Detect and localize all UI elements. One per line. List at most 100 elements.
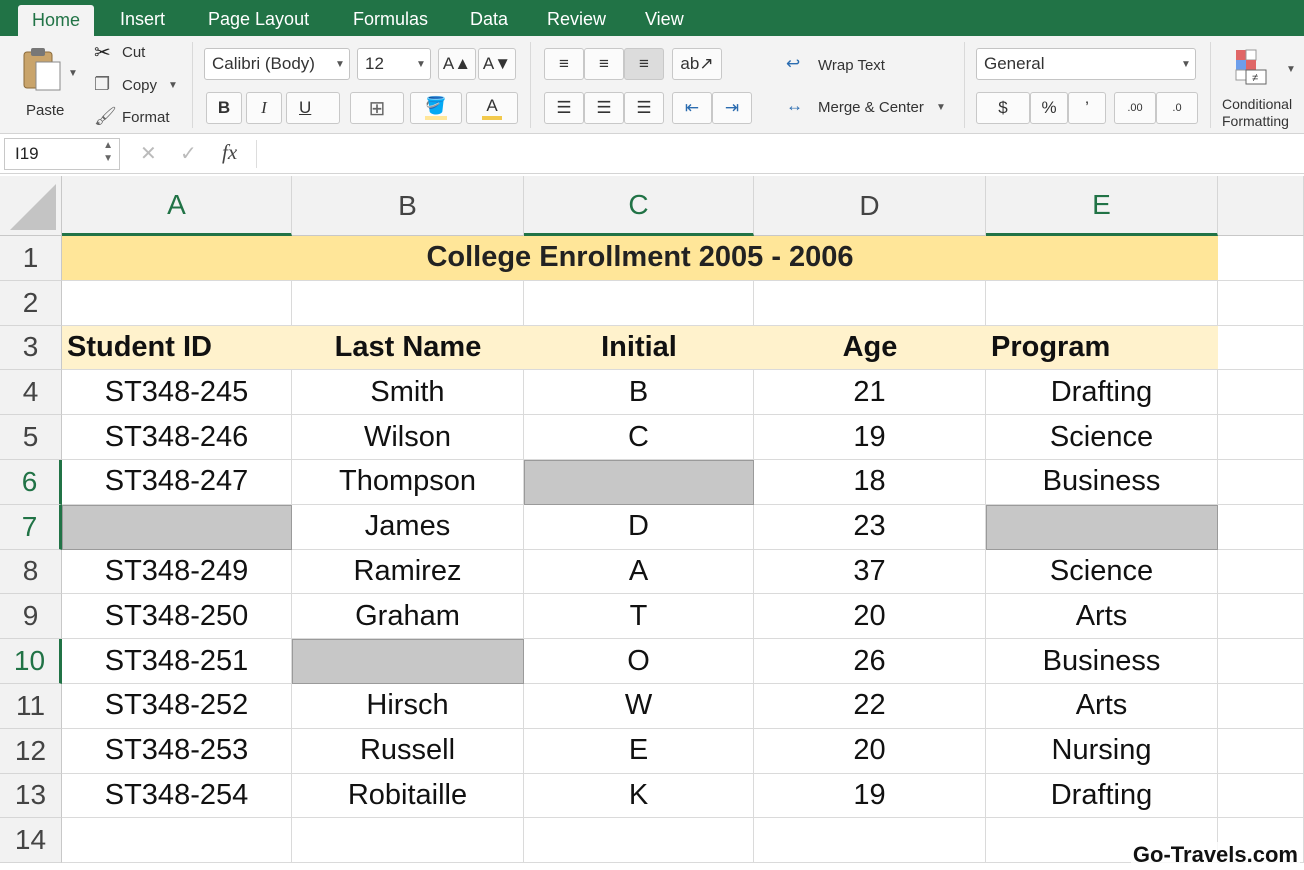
data-cell[interactable]: 19 bbox=[754, 773, 986, 819]
data-cell[interactable]: ST348-245 bbox=[62, 370, 292, 416]
empty-cell[interactable] bbox=[62, 504, 292, 550]
data-cell[interactable]: ST348-253 bbox=[62, 728, 292, 774]
header-cell[interactable]: Student ID bbox=[62, 325, 292, 371]
column-header-c[interactable]: C bbox=[524, 176, 754, 236]
number-format-select[interactable]: General ▼ bbox=[976, 48, 1196, 80]
cell[interactable] bbox=[1218, 460, 1304, 505]
percent-button[interactable]: % bbox=[1030, 92, 1068, 124]
comma-style-button[interactable]: ’ bbox=[1068, 92, 1106, 124]
data-cell[interactable]: 19 bbox=[754, 415, 986, 460]
cell[interactable] bbox=[754, 818, 986, 864]
cell[interactable] bbox=[1218, 728, 1304, 774]
data-cell[interactable]: 26 bbox=[754, 639, 986, 684]
cell[interactable] bbox=[1218, 549, 1304, 595]
cell[interactable] bbox=[292, 818, 524, 864]
cell[interactable] bbox=[292, 280, 524, 326]
wrap-text-button[interactable]: ↩ Wrap Text bbox=[786, 54, 916, 78]
cell[interactable] bbox=[754, 280, 986, 326]
italic-button[interactable]: I bbox=[246, 92, 282, 124]
cell[interactable] bbox=[1218, 684, 1304, 729]
data-cell[interactable]: Hirsch bbox=[292, 684, 524, 729]
chevron-down-icon[interactable]: ▼ bbox=[168, 80, 178, 91]
font-size-select[interactable]: 12 ▼ bbox=[357, 48, 431, 80]
format-painter-button[interactable]: 🖌 Format bbox=[94, 106, 184, 130]
data-cell[interactable]: B bbox=[524, 370, 754, 416]
data-cell[interactable]: 20 bbox=[754, 594, 986, 640]
data-cell[interactable]: ST348-246 bbox=[62, 415, 292, 460]
data-cell[interactable]: Business bbox=[986, 639, 1218, 684]
row-header-7[interactable]: 7 bbox=[0, 504, 62, 550]
align-top-button[interactable]: ≡ bbox=[544, 48, 584, 80]
data-cell[interactable]: E bbox=[524, 728, 754, 774]
cell[interactable] bbox=[986, 280, 1218, 326]
row-header-13[interactable]: 13 bbox=[0, 773, 62, 819]
cell[interactable] bbox=[1218, 236, 1304, 281]
cell[interactable] bbox=[1218, 325, 1304, 371]
data-cell[interactable]: 21 bbox=[754, 370, 986, 416]
cell[interactable] bbox=[1218, 504, 1304, 550]
data-cell[interactable]: 20 bbox=[754, 728, 986, 774]
data-cell[interactable]: 22 bbox=[754, 684, 986, 729]
data-cell[interactable]: C bbox=[524, 415, 754, 460]
tab-insert[interactable]: Insert bbox=[106, 0, 179, 36]
borders-button[interactable]: ⊞ bbox=[350, 92, 404, 124]
row-header-3[interactable]: 3 bbox=[0, 325, 62, 371]
data-cell[interactable]: ST348-247 bbox=[62, 460, 292, 505]
data-cell[interactable]: ST348-249 bbox=[62, 549, 292, 595]
cell[interactable] bbox=[1218, 415, 1304, 460]
column-header-e[interactable]: E bbox=[986, 176, 1218, 236]
font-name-select[interactable]: Calibri (Body) ▼ bbox=[204, 48, 350, 80]
bold-button[interactable]: B bbox=[206, 92, 242, 124]
align-bottom-button[interactable]: ≡ bbox=[624, 48, 664, 80]
select-all-corner[interactable] bbox=[0, 176, 62, 236]
cell[interactable] bbox=[1218, 773, 1304, 819]
tab-home[interactable]: Home bbox=[18, 5, 95, 36]
currency-button[interactable]: $ bbox=[976, 92, 1030, 124]
enter-icon[interactable]: ✓ bbox=[180, 141, 197, 166]
formula-input[interactable] bbox=[256, 140, 1296, 168]
column-header-f[interactable] bbox=[1218, 176, 1304, 236]
empty-cell[interactable] bbox=[986, 504, 1218, 550]
cell[interactable] bbox=[62, 280, 292, 326]
tab-page-layout[interactable]: Page Layout bbox=[194, 0, 323, 36]
data-cell[interactable]: Drafting bbox=[986, 370, 1218, 416]
row-header-4[interactable]: 4 bbox=[0, 370, 62, 416]
data-cell[interactable]: A bbox=[524, 549, 754, 595]
tab-data[interactable]: Data bbox=[456, 0, 522, 36]
row-header-10[interactable]: 10 bbox=[0, 639, 62, 684]
column-header-a[interactable]: A bbox=[62, 176, 292, 236]
align-middle-button[interactable]: ≡ bbox=[584, 48, 624, 80]
header-cell[interactable]: Initial bbox=[524, 325, 754, 371]
row-header-11[interactable]: 11 bbox=[0, 684, 62, 729]
cell[interactable] bbox=[524, 818, 754, 864]
data-cell[interactable]: Thompson bbox=[292, 460, 524, 505]
row-header-12[interactable]: 12 bbox=[0, 728, 62, 774]
data-cell[interactable]: D bbox=[524, 504, 754, 550]
data-cell[interactable]: Robitaille bbox=[292, 773, 524, 819]
data-cell[interactable]: ST348-251 bbox=[62, 639, 292, 684]
data-cell[interactable]: ST348-254 bbox=[62, 773, 292, 819]
tab-review[interactable]: Review bbox=[533, 0, 620, 36]
data-cell[interactable]: Science bbox=[986, 415, 1218, 460]
cell[interactable] bbox=[524, 280, 754, 326]
underline-button[interactable]: U bbox=[286, 92, 340, 124]
decrease-font-size-button[interactable]: A▼ bbox=[478, 48, 516, 80]
empty-cell[interactable] bbox=[524, 460, 754, 505]
fill-color-button[interactable]: 🪣 bbox=[410, 92, 462, 124]
cell[interactable] bbox=[1218, 639, 1304, 684]
data-cell[interactable]: ST348-250 bbox=[62, 594, 292, 640]
data-cell[interactable]: 18 bbox=[754, 460, 986, 505]
cut-button[interactable]: ✂ Cut bbox=[94, 42, 174, 66]
decrease-decimal-button[interactable]: .0 bbox=[1156, 92, 1198, 124]
conditional-formatting-button[interactable]: ≠ ▼ Conditional Formatting bbox=[1218, 44, 1304, 130]
data-cell[interactable]: Drafting bbox=[986, 773, 1218, 819]
data-cell[interactable]: Science bbox=[986, 549, 1218, 595]
cell[interactable] bbox=[62, 818, 292, 864]
data-cell[interactable]: Russell bbox=[292, 728, 524, 774]
increase-decimal-button[interactable]: .00 bbox=[1114, 92, 1156, 124]
column-header-d[interactable]: D bbox=[754, 176, 986, 236]
data-cell[interactable]: O bbox=[524, 639, 754, 684]
data-cell[interactable]: Arts bbox=[986, 594, 1218, 640]
sheet-title-cell[interactable]: College Enrollment 2005 - 2006 bbox=[62, 236, 1218, 281]
tab-formulas[interactable]: Formulas bbox=[339, 0, 442, 36]
